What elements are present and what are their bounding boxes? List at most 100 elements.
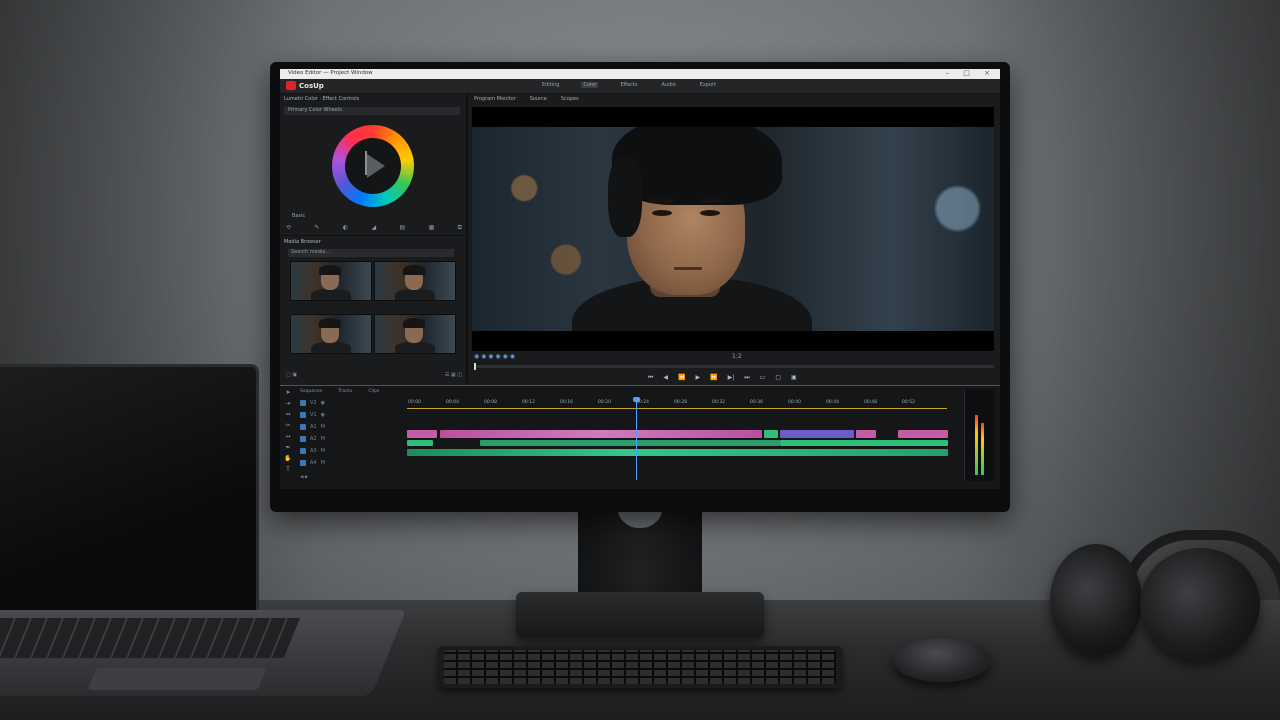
thumbnail-hair <box>319 265 341 275</box>
viewer-tabs: Program Monitor Source Scopes <box>474 96 579 102</box>
rewind-icon[interactable]: ⏪ <box>678 374 685 382</box>
tab-scopes[interactable]: Scopes <box>561 96 579 102</box>
program-monitor[interactable] <box>472 107 994 351</box>
tab-clips[interactable]: Clips <box>368 389 379 394</box>
audio-meter <box>964 389 995 481</box>
pen-tool-icon[interactable]: ✒ <box>285 444 290 451</box>
color-wheel[interactable] <box>332 125 414 207</box>
thumbnail-hair <box>319 318 341 328</box>
track-lock-icon[interactable] <box>300 448 306 454</box>
window-controls[interactable]: – □ × <box>946 69 996 77</box>
view-toggle-icons[interactable]: ▢ ▣ <box>286 372 297 380</box>
ruler-tick-label: 00:52 <box>902 400 915 405</box>
logo-icon <box>286 81 296 90</box>
insert-icon[interactable]: ▭ <box>760 374 766 382</box>
frame-figure-brow <box>648 199 674 203</box>
track-header[interactable]: A3 M <box>300 447 404 455</box>
go-to-end-icon[interactable]: ⏭ <box>744 374 749 382</box>
color-panel-subheader[interactable]: Primary Color Wheels <box>284 107 460 115</box>
ripple-edit-icon[interactable]: ⇔ <box>285 411 290 418</box>
ruler-tick-label: 00:08 <box>484 400 497 405</box>
track-name: V2 <box>310 400 317 406</box>
menu-item-editing[interactable]: Editing <box>540 82 561 88</box>
timeline-scroll-controls[interactable]: ◀ ▶ <box>300 475 960 481</box>
menu-item-effects[interactable]: Effects <box>618 82 639 88</box>
playback-scrubber[interactable] <box>474 365 994 368</box>
track-lock-icon[interactable] <box>300 460 306 466</box>
video-clip[interactable] <box>780 430 854 438</box>
export-frame-icon[interactable]: ▣ <box>791 374 797 382</box>
ruler-tick-label: 00:36 <box>750 400 763 405</box>
media-thumbnail[interactable] <box>374 261 456 301</box>
menu-item-color[interactable]: Color <box>581 82 599 88</box>
track-lock-icon[interactable] <box>300 424 306 430</box>
grid-icon[interactable]: ▦ <box>429 224 435 232</box>
track-headers: V2 ◉ V1 ◉ A1 M A2 M A3 M A4 M <box>300 399 404 481</box>
layout-icons[interactable]: ☰ ▦ ◫ <box>445 372 462 380</box>
step-back-icon[interactable]: ◀ <box>663 374 668 382</box>
video-clip[interactable] <box>440 430 762 438</box>
track-header[interactable]: A1 M <box>300 423 404 431</box>
menu-item-export[interactable]: Export <box>698 82 718 88</box>
media-browser-title[interactable]: Media Browser <box>284 239 321 245</box>
audio-clip[interactable] <box>407 440 433 446</box>
media-thumbnail[interactable] <box>290 314 372 354</box>
video-clip[interactable] <box>407 430 437 438</box>
wheel-label: Basic <box>292 213 306 219</box>
audio-clip[interactable] <box>407 449 948 456</box>
media-thumbnail[interactable] <box>290 261 372 301</box>
edit-icon[interactable]: ✎ <box>314 224 319 232</box>
audio-clip[interactable] <box>780 440 948 446</box>
tab-program-monitor[interactable]: Program Monitor <box>474 96 516 102</box>
text-tool-icon[interactable]: T <box>286 466 290 473</box>
color-panel-header[interactable]: Lumetri Color · Effect Controls <box>284 96 464 104</box>
track-header[interactable]: V2 ◉ <box>300 399 404 407</box>
track-header[interactable]: V1 ◉ <box>300 411 404 419</box>
media-thumbnail[interactable] <box>374 314 456 354</box>
razor-tool-icon[interactable]: ✂ <box>285 422 290 429</box>
reset-icon[interactable]: ⟲ <box>286 224 291 232</box>
mute-icon[interactable]: M <box>321 448 325 454</box>
contrast-icon[interactable]: ◐ <box>343 224 348 232</box>
track-lock-icon[interactable] <box>300 436 306 442</box>
scrubber-handle[interactable] <box>474 363 476 370</box>
tab-tracks[interactable]: Tracks <box>338 389 352 394</box>
app-logo[interactable]: CosUp <box>286 81 324 90</box>
go-to-start-icon[interactable]: ⏮ <box>648 374 653 382</box>
mute-icon[interactable]: M <box>321 424 325 430</box>
hand-tool-icon[interactable]: ✋ <box>284 455 291 462</box>
video-clip[interactable] <box>856 430 876 438</box>
video-clip[interactable] <box>898 430 948 438</box>
track-select-icon[interactable]: ⇥ <box>285 400 290 407</box>
track-name: V1 <box>310 412 317 418</box>
track-name: A1 <box>310 424 317 430</box>
selection-tool-icon[interactable]: ➤ <box>285 389 290 396</box>
play-button-icon[interactable]: ▶ <box>696 374 701 382</box>
tab-sequence[interactable]: Sequence <box>300 389 322 394</box>
copy-icon[interactable]: ⧉ <box>458 224 462 232</box>
fast-forward-icon[interactable]: ⏩ <box>710 374 717 382</box>
playhead[interactable] <box>636 398 637 480</box>
audio-clip[interactable] <box>480 440 780 446</box>
tab-source[interactable]: Source <box>530 96 547 102</box>
work-area-bar[interactable] <box>407 408 947 409</box>
track-header[interactable]: A4 M <box>300 459 404 467</box>
overwrite-icon[interactable]: ▢ <box>775 374 781 382</box>
track-header[interactable]: A2 M <box>300 435 404 443</box>
media-browser-footer: ▢ ▣ ☰ ▦ ◫ <box>286 372 462 380</box>
gradient-icon[interactable]: ◢ <box>371 224 376 232</box>
slip-tool-icon[interactable]: ↔ <box>285 433 290 440</box>
video-clip[interactable] <box>764 430 778 438</box>
eye-icon[interactable]: ◉ <box>321 412 325 418</box>
track-lock-icon[interactable] <box>300 400 306 406</box>
list-icon[interactable]: ▤ <box>400 224 406 232</box>
menu-item-audio[interactable]: Audio <box>659 82 677 88</box>
thumbnail-figure <box>311 342 351 353</box>
step-forward-icon[interactable]: ▶| <box>728 374 735 382</box>
thumbnail-hair <box>403 265 425 275</box>
eye-icon[interactable]: ◉ <box>321 400 325 406</box>
mute-icon[interactable]: M <box>321 460 325 466</box>
media-search-input[interactable]: Search media… <box>288 249 454 257</box>
mute-icon[interactable]: M <box>321 436 325 442</box>
track-lock-icon[interactable] <box>300 412 306 418</box>
